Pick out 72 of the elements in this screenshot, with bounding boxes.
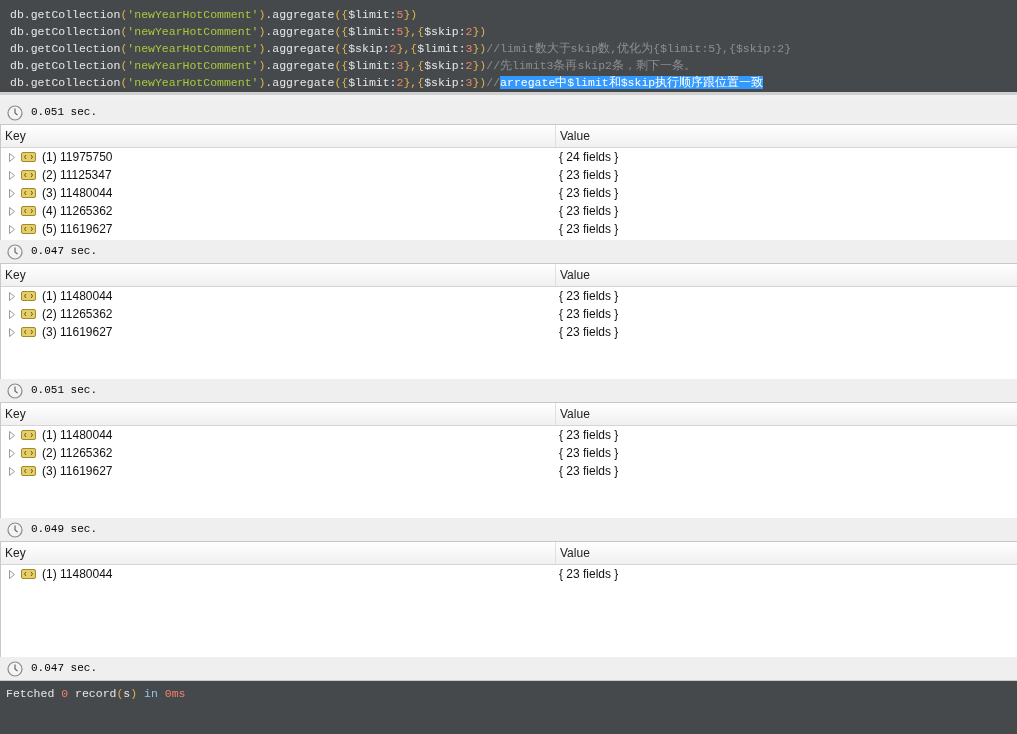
elapsed-time: 0.047 sec.: [31, 244, 97, 260]
clock-icon: [7, 521, 23, 538]
document-icon: [21, 188, 36, 198]
document-icon: [21, 291, 36, 301]
document-key: (4) 11265362: [42, 202, 113, 220]
tree-row[interactable]: (3) 11480044 { 23 fields }: [1, 184, 1017, 202]
tree-row[interactable]: (3) 11619627 { 23 fields }: [1, 462, 1017, 480]
clock-icon: [7, 382, 23, 399]
tree-row[interactable]: (5) 11619627 { 23 fields }: [1, 220, 1017, 238]
column-header[interactable]: Key: [1, 264, 556, 286]
code-line: db.getCollection('newYearHotComment').aggregate({$limit:5},{$skip:2}): [10, 24, 488, 40]
output-message: Fetched 0 record(s) in 0ms: [6, 686, 187, 702]
document-icon: [21, 309, 36, 319]
field-count: { 23 fields }: [558, 463, 619, 480]
document-key: (1) 11480044: [42, 565, 113, 583]
field-count: { 23 fields }: [558, 221, 619, 238]
elapsed-time: 0.051 sec.: [31, 383, 97, 399]
document-key: (3) 11619627: [42, 323, 113, 341]
field-count: { 23 fields }: [558, 566, 619, 583]
code-editor[interactable]: [0, 0, 1017, 95]
elapsed-time: 0.047 sec.: [31, 661, 97, 677]
code-line: db.getCollection('newYearHotComment').aggregate({$skip:2},{$limit:3})//limit数大于skip数,优化为{$limit:5},{$skip:2}: [10, 41, 793, 57]
tree-row[interactable]: (1) 11480044 { 23 fields }: [1, 287, 1017, 305]
document-icon: [21, 466, 36, 476]
tree-row[interactable]: (3) 11619627 { 23 fields }: [1, 323, 1017, 341]
document-key: (5) 11619627: [42, 220, 113, 238]
tree-row[interactable]: (2) 11265362 { 23 fields }: [1, 305, 1017, 323]
tree-row[interactable]: (1) 11975750 { 24 fields }: [1, 148, 1017, 166]
field-count: { 24 fields }: [558, 149, 619, 166]
document-icon: [21, 430, 36, 440]
field-count: { 23 fields }: [558, 427, 619, 444]
tree-row[interactable]: (4) 11265362 { 23 fields }: [1, 202, 1017, 220]
column-header[interactable]: Key: [1, 542, 556, 564]
document-icon: [21, 206, 36, 216]
column-header[interactable]: Key: [1, 125, 556, 147]
document-key: (2) 11125347: [42, 166, 112, 184]
code-line: db.getCollection('newYearHotComment').aggregate({$limit:5}): [10, 7, 419, 23]
clock-icon: [7, 660, 23, 677]
field-count: { 23 fields }: [558, 203, 619, 220]
document-icon: [21, 327, 36, 337]
tree-row[interactable]: (2) 11265362 { 23 fields }: [1, 444, 1017, 462]
elapsed-time: 0.049 sec.: [31, 522, 97, 538]
document-key: (2) 11265362: [42, 305, 113, 323]
document-key: (1) 11480044: [42, 426, 113, 444]
tree-row[interactable]: (1) 11480044 { 23 fields }: [1, 426, 1017, 444]
tree-row[interactable]: (1) 11480044 { 23 fields }: [1, 565, 1017, 583]
document-key: (3) 11480044: [42, 184, 113, 202]
column-header[interactable]: Value: [556, 264, 1017, 286]
document-icon: [21, 152, 36, 162]
elapsed-time: 0.051 sec.: [31, 105, 97, 121]
column-header[interactable]: Value: [556, 403, 1017, 425]
field-count: { 23 fields }: [558, 306, 619, 323]
document-icon: [21, 448, 36, 458]
document-icon: [21, 569, 36, 579]
document-key: (1) 11480044: [42, 287, 113, 305]
field-count: { 23 fields }: [558, 445, 619, 462]
document-icon: [21, 224, 36, 234]
field-count: { 23 fields }: [558, 167, 619, 184]
column-header[interactable]: Value: [556, 125, 1017, 147]
clock-icon: [7, 104, 23, 121]
column-header[interactable]: Key: [1, 403, 556, 425]
document-key: (3) 11619627: [42, 462, 113, 480]
tree-row[interactable]: (2) 11125347 { 23 fields }: [1, 166, 1017, 184]
field-count: { 23 fields }: [558, 324, 619, 341]
document-key: (1) 11975750: [42, 148, 113, 166]
document-key: (2) 11265362: [42, 444, 113, 462]
expand-triangle-icon[interactable]: [9, 569, 15, 579]
field-count: { 23 fields }: [558, 288, 619, 305]
field-count: { 23 fields }: [558, 185, 619, 202]
document-icon: [21, 170, 36, 180]
clock-icon: [7, 243, 23, 260]
column-header[interactable]: Value: [556, 542, 1017, 564]
